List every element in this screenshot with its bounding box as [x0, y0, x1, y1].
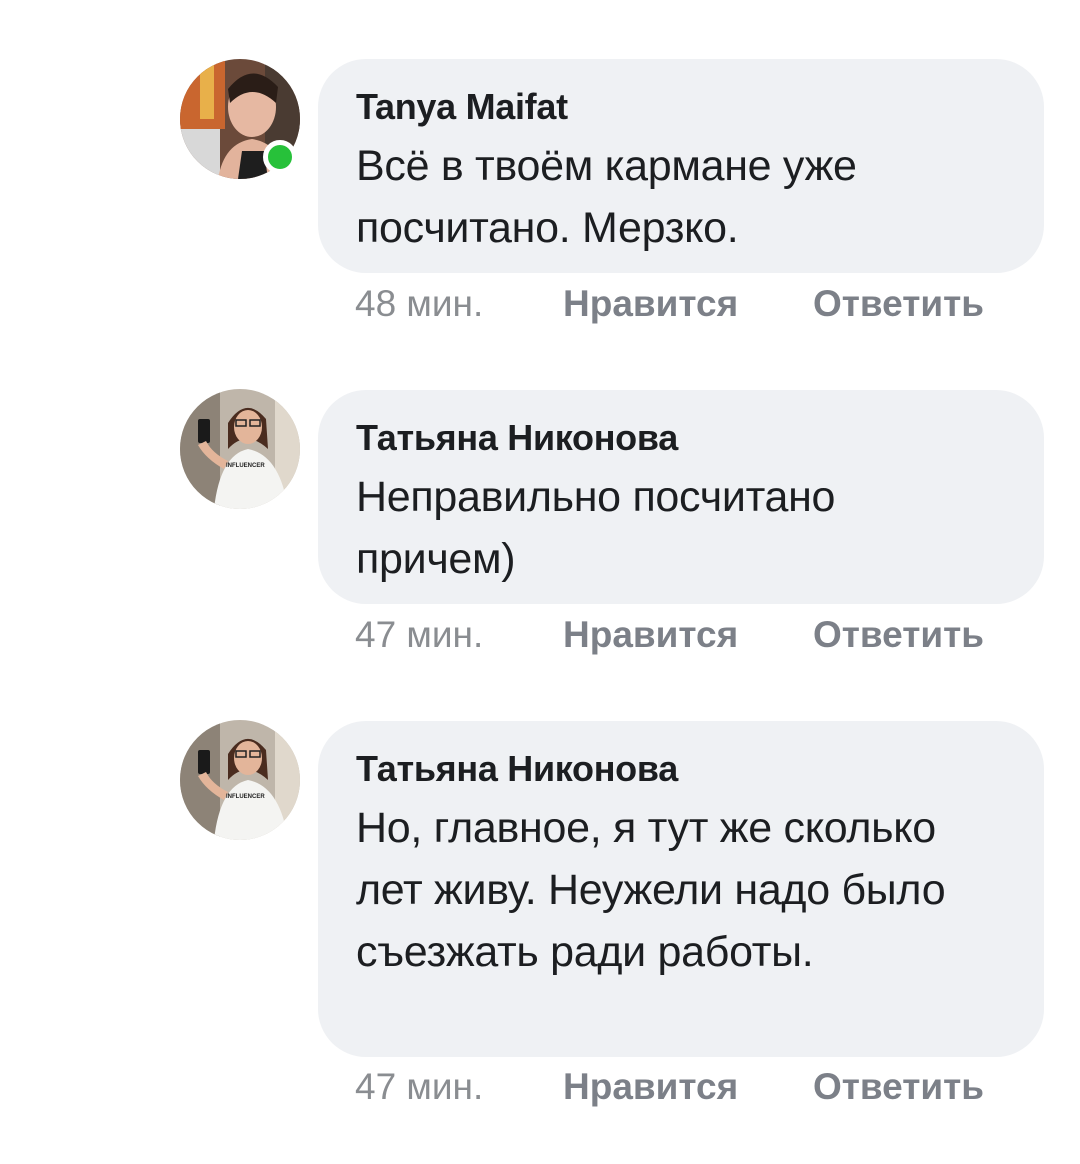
avatar[interactable]: INFLUENCER: [180, 389, 300, 509]
like-button[interactable]: Нравится: [563, 279, 738, 329]
avatar[interactable]: INFLUENCER: [180, 720, 300, 840]
reply-button[interactable]: Ответить: [813, 610, 984, 660]
comment-author[interactable]: Tanya Maifat: [356, 85, 1004, 129]
avatar-photo: INFLUENCER: [180, 720, 300, 840]
comment-bubble[interactable]: Tanya Maifat Всё в твоём кармане уже пос…: [318, 59, 1044, 273]
comment-text: Но, главное, я тут же сколько лет живу. …: [356, 804, 946, 976]
like-button[interactable]: Нравится: [563, 1062, 738, 1112]
like-button[interactable]: Нравится: [563, 610, 738, 660]
comment-time[interactable]: 48 мин.: [355, 279, 483, 329]
comment-text: Неправильно посчитано причем): [356, 473, 836, 583]
comment-author[interactable]: Татьяна Никонова: [356, 416, 1004, 460]
comment-time[interactable]: 47 мин.: [355, 610, 483, 660]
comment-time[interactable]: 47 мин.: [355, 1062, 483, 1112]
comment-bubble[interactable]: Татьяна Никонова Но, главное, я тут же с…: [318, 721, 1044, 1057]
online-status-icon: [263, 140, 297, 174]
shirt-text: INFLUENCER: [226, 794, 265, 800]
avatar-photo: INFLUENCER: [180, 389, 300, 509]
reply-button[interactable]: Ответить: [813, 1062, 984, 1112]
shirt-text: INFLUENCER: [226, 463, 265, 469]
reply-button[interactable]: Ответить: [813, 279, 984, 329]
comment-bubble[interactable]: Татьяна Никонова Неправильно посчитано п…: [318, 390, 1044, 604]
comment-text: Всё в твоём кармане уже посчитано. Мерзк…: [356, 142, 857, 252]
comment-author[interactable]: Татьяна Никонова: [356, 747, 1004, 791]
